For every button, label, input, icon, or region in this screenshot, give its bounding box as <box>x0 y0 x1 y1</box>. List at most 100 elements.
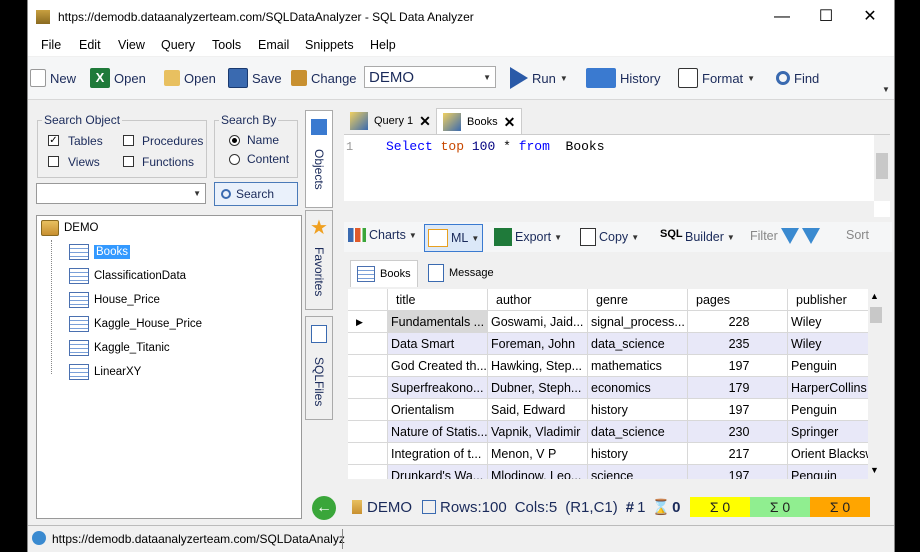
table-cell[interactable]: Vapnik, Vladimir <box>488 421 588 443</box>
row-header[interactable] <box>348 333 388 355</box>
table-cell[interactable]: Menon, V P <box>488 443 588 465</box>
close-tab-icon[interactable]: ✕ <box>504 114 516 131</box>
functions-checkbox[interactable] <box>123 156 134 167</box>
menu-snippets[interactable]: Snippets <box>305 38 354 52</box>
menu-view[interactable]: View <box>118 38 145 52</box>
table-cell[interactable]: 197 <box>688 355 788 377</box>
copy-button[interactable]: Copy ▼ <box>580 228 639 246</box>
sort-button[interactable]: Sort <box>846 228 869 242</box>
column-header[interactable]: pages <box>688 289 788 311</box>
format-button[interactable]: Format ▼ <box>678 65 755 91</box>
table-cell[interactable]: Drunkard's Wa... <box>388 465 488 479</box>
table-cell[interactable]: Mlodinow, Leo... <box>488 465 588 479</box>
filter-button[interactable]: Filter <box>750 228 820 244</box>
table-cell[interactable]: 235 <box>688 333 788 355</box>
tab-message[interactable]: Message <box>422 260 500 286</box>
table-cell[interactable]: mathematics <box>588 355 688 377</box>
column-header[interactable]: genre <box>588 289 688 311</box>
table-cell[interactable]: Penguin <box>788 465 868 479</box>
tab-sqlfiles[interactable]: SQLFiles <box>305 316 333 420</box>
views-checkbox[interactable] <box>48 156 59 167</box>
tree-item-classificationdata[interactable]: ClassificationData <box>69 268 186 284</box>
table-cell[interactable]: 230 <box>688 421 788 443</box>
table-cell[interactable]: Penguin <box>788 399 868 421</box>
search-input[interactable]: ▼ <box>36 183 206 204</box>
scroll-down-icon[interactable]: ▼ <box>870 465 879 475</box>
tab-books[interactable]: Books ✕ <box>436 108 523 135</box>
table-cell[interactable]: HarperCollins <box>788 377 868 399</box>
column-header[interactable]: author <box>488 289 588 311</box>
table-cell[interactable]: Springer <box>788 421 868 443</box>
export-button[interactable]: Export ▼ <box>494 228 562 246</box>
row-header[interactable] <box>348 443 388 465</box>
row-header[interactable] <box>348 377 388 399</box>
table-cell[interactable]: Said, Edward <box>488 399 588 421</box>
content-radio[interactable] <box>229 154 240 165</box>
charts-button[interactable]: Charts ▼ <box>348 228 417 242</box>
table-cell[interactable]: Orientalism <box>388 399 488 421</box>
change-button[interactable]: Change <box>291 65 357 91</box>
table-cell[interactable]: Wiley <box>788 311 868 333</box>
builder-dropdown-icon[interactable]: ▼ <box>727 233 735 242</box>
procedures-checkbox[interactable] <box>123 135 134 146</box>
database-select[interactable]: DEMO ▼ <box>364 66 496 88</box>
collapse-arrow-icon[interactable]: ← <box>312 496 336 520</box>
open-excel-button[interactable]: X Open <box>90 65 146 91</box>
table-cell[interactable]: God Created th... <box>388 355 488 377</box>
tree-item-linearxy[interactable]: LinearXY <box>69 364 141 380</box>
table-cell[interactable]: history <box>588 443 688 465</box>
format-dropdown-icon[interactable]: ▼ <box>747 74 755 83</box>
table-cell[interactable]: Dubner, Steph... <box>488 377 588 399</box>
table-cell[interactable]: 179 <box>688 377 788 399</box>
builder-button[interactable]: SQL Builder ▼ <box>660 228 735 246</box>
row-header[interactable] <box>348 355 388 377</box>
search-button[interactable]: Search <box>214 182 298 206</box>
table-cell[interactable]: Penguin <box>788 355 868 377</box>
filter-remove-icon[interactable] <box>801 228 820 244</box>
column-header[interactable]: publisher <box>788 289 868 311</box>
table-cell[interactable]: Foreman, John <box>488 333 588 355</box>
history-button[interactable]: History <box>586 65 660 91</box>
close-button[interactable]: ✕ <box>848 4 892 30</box>
minimize-button[interactable]: — <box>760 4 804 30</box>
filter-add-icon[interactable] <box>780 228 799 244</box>
table-cell[interactable]: history <box>588 399 688 421</box>
ml-button[interactable]: ML ▼ <box>424 224 484 252</box>
table-cell[interactable]: economics <box>588 377 688 399</box>
copy-dropdown-icon[interactable]: ▼ <box>631 233 639 242</box>
table-cell[interactable]: Data Smart <box>388 333 488 355</box>
table-cell[interactable]: Orient Blacksw <box>788 443 868 465</box>
table-cell[interactable]: Nature of Statis... <box>388 421 488 443</box>
table-cell[interactable]: Wiley <box>788 333 868 355</box>
menu-email[interactable]: Email <box>258 38 289 52</box>
search-input-dropdown-icon[interactable]: ▼ <box>193 189 201 198</box>
editor-vertical-scrollbar[interactable] <box>874 135 890 201</box>
tree-item-house-price[interactable]: House_Price <box>69 292 160 308</box>
menu-query[interactable]: Query <box>161 38 195 52</box>
tree-item-kaggle-house-price[interactable]: Kaggle_House_Price <box>69 316 202 332</box>
table-cell[interactable]: Integration of t... <box>388 443 488 465</box>
tree-root[interactable]: DEMO <box>41 220 99 236</box>
menu-file[interactable]: File <box>41 38 61 52</box>
sql-editor[interactable]: 1 Select top 100 * from Books <box>344 134 890 217</box>
table-cell[interactable]: 228 <box>688 311 788 333</box>
editor-horizontal-scrollbar[interactable] <box>344 201 874 217</box>
open-button[interactable]: Open <box>164 65 216 91</box>
close-tab-icon[interactable]: ✕ <box>419 113 431 130</box>
charts-dropdown-icon[interactable]: ▼ <box>409 231 417 240</box>
table-cell[interactable]: data_science <box>588 333 688 355</box>
menu-edit[interactable]: Edit <box>79 38 101 52</box>
table-cell[interactable]: 217 <box>688 443 788 465</box>
maximize-button[interactable]: ☐ <box>804 4 848 30</box>
grid-vertical-scrollbar[interactable]: ▲ ▼ <box>868 289 884 479</box>
ml-dropdown-icon[interactable]: ▼ <box>471 234 479 243</box>
tab-books-result[interactable]: Books <box>350 260 418 287</box>
table-cell[interactable]: 197 <box>688 399 788 421</box>
grid-horizontal-scrollbar[interactable] <box>348 479 868 491</box>
run-dropdown-icon[interactable]: ▼ <box>560 74 568 83</box>
table-cell[interactable]: data_science <box>588 421 688 443</box>
table-cell[interactable]: 197 <box>688 465 788 479</box>
save-button[interactable]: Save <box>228 65 282 91</box>
tab-query-1[interactable]: Query 1 ✕ <box>344 108 437 134</box>
row-header[interactable] <box>348 399 388 421</box>
